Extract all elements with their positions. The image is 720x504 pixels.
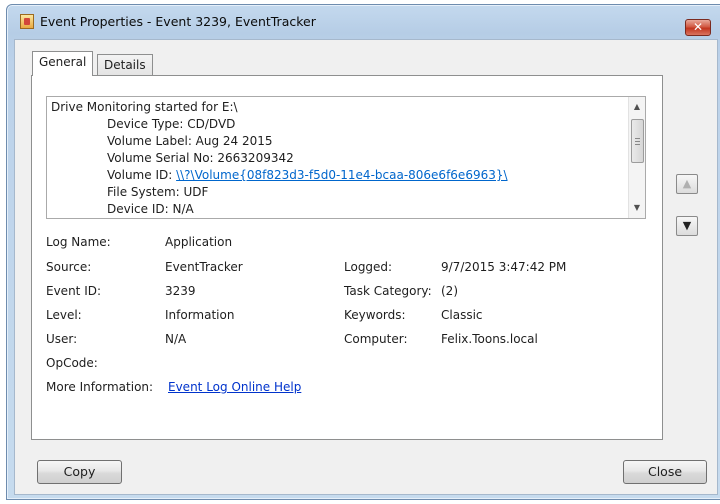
next-event-icon: ▼: [682, 219, 692, 232]
description-line: Device Type: CD/DVD: [107, 117, 236, 131]
description-line: Volume Serial No: 2663209342: [107, 151, 294, 165]
event-log-online-help-link[interactable]: Event Log Online Help: [168, 380, 301, 394]
general-tab-panel: Drive Monitoring started for E:\ Device …: [31, 75, 663, 440]
event-properties-window: Event Properties - Event 3239, EventTrac…: [6, 4, 720, 500]
close-button[interactable]: Close: [623, 460, 707, 484]
log-name-value: Application: [165, 235, 233, 249]
window-close-button[interactable]: ✕: [685, 19, 711, 36]
logged-value: 9/7/2015 3:47:42 PM: [441, 260, 567, 274]
computer-value: Felix.Toons.local: [441, 332, 538, 346]
next-event-button[interactable]: ▼: [676, 216, 698, 236]
volume-id-label: Volume ID:: [107, 168, 177, 182]
user-value: N/A: [165, 332, 187, 346]
event-viewer-icon: [20, 14, 34, 29]
volume-id-link[interactable]: \\?\Volume{08f823d3-f5d0-11e4-bcaa-806e6…: [176, 168, 507, 182]
keywords-label: Keywords:: [344, 308, 406, 322]
source-label: Source:: [46, 260, 92, 274]
tab-details[interactable]: Details: [97, 54, 153, 76]
user-label: User:: [46, 332, 78, 346]
scroll-down-arrow-icon[interactable]: ▼: [629, 200, 645, 216]
logged-label: Logged:: [344, 260, 393, 274]
opcode-label: OpCode:: [46, 356, 98, 370]
source-value: EventTracker: [165, 260, 243, 274]
description-line: Volume ID: \\?\Volume{08f823d3-f5d0-11e4…: [107, 168, 508, 184]
level-label: Level:: [46, 308, 82, 322]
scrollbar-grip-icon: [635, 138, 640, 145]
task-category-value: (2): [441, 284, 458, 298]
description-scrollbar[interactable]: ▲ ▼: [628, 97, 645, 218]
description-line: Volume Label: Aug 24 2015: [107, 134, 273, 148]
level-value: Information: [165, 308, 235, 322]
event-id-label: Event ID:: [46, 284, 102, 298]
previous-event-button[interactable]: ▲: [676, 174, 698, 194]
keywords-value: Classic: [441, 308, 483, 322]
event-description-box[interactable]: Drive Monitoring started for E:\ Device …: [46, 96, 646, 219]
more-information-label: More Information:: [46, 380, 154, 394]
description-line: File System: UDF: [107, 185, 209, 199]
tab-general[interactable]: General: [32, 51, 94, 76]
task-category-label: Task Category:: [344, 284, 432, 298]
log-name-label: Log Name:: [46, 235, 111, 249]
computer-label: Computer:: [344, 332, 408, 346]
scroll-up-arrow-icon[interactable]: ▲: [629, 99, 645, 115]
description-line: Drive Monitoring started for E:\: [51, 100, 238, 114]
description-line: Device ID: N/A: [107, 202, 194, 216]
previous-event-icon: ▲: [682, 177, 692, 190]
window-title: Event Properties - Event 3239, EventTrac…: [40, 14, 316, 29]
title-bar[interactable]: Event Properties - Event 3239, EventTrac…: [7, 5, 720, 37]
event-id-value: 3239: [165, 284, 196, 298]
dialog-client-area: General Details Drive Monitoring started…: [14, 39, 718, 495]
copy-button[interactable]: Copy: [37, 460, 122, 484]
scrollbar-thumb[interactable]: [631, 119, 644, 163]
